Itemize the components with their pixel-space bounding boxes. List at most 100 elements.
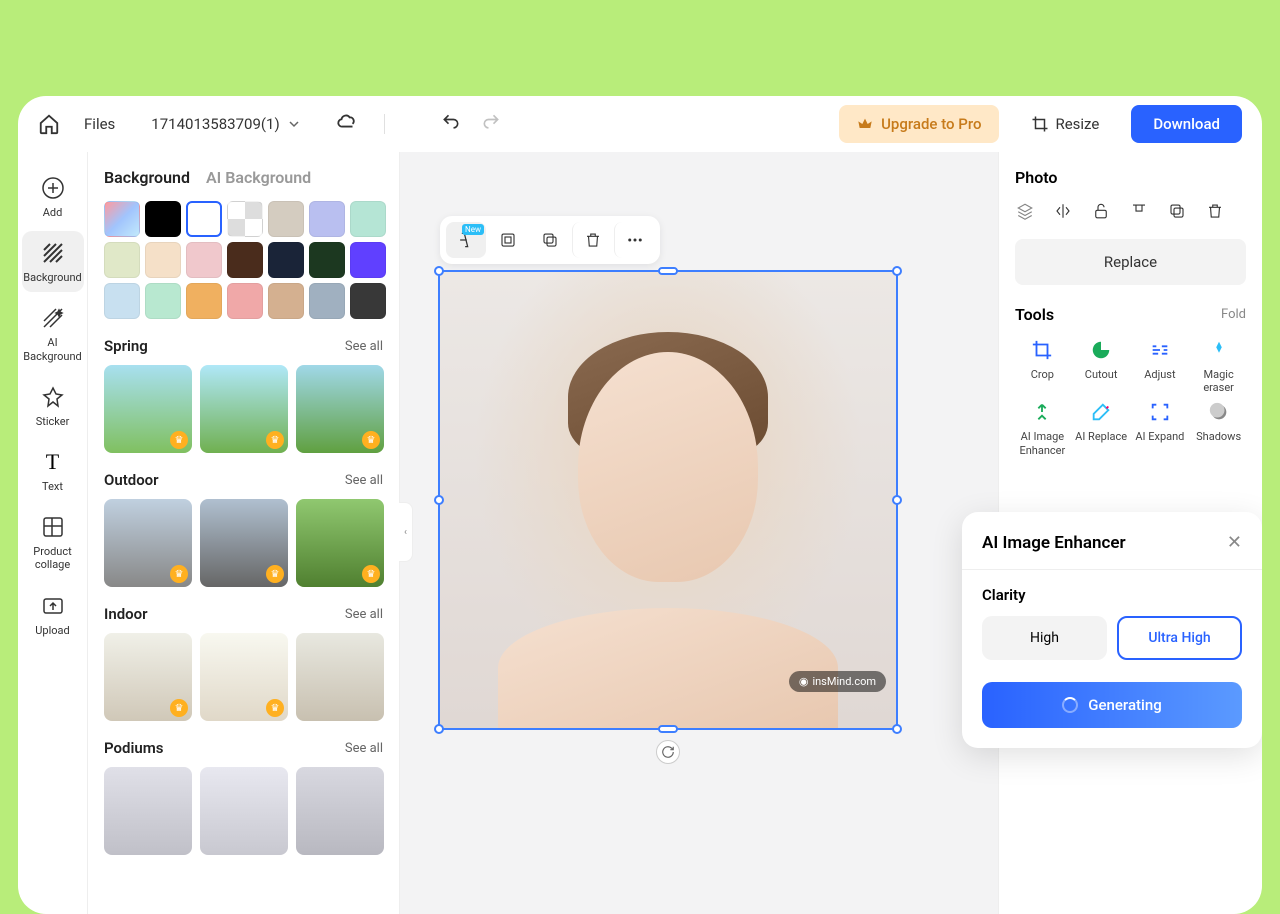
- background-thumbnail[interactable]: [296, 767, 384, 855]
- color-swatch[interactable]: [227, 201, 263, 237]
- undo-icon[interactable]: [441, 112, 461, 136]
- resize-button[interactable]: Resize: [1031, 115, 1099, 133]
- files-link[interactable]: Files: [84, 115, 115, 133]
- background-thumbnail[interactable]: ♛: [296, 499, 384, 587]
- color-swatch[interactable]: [145, 201, 181, 237]
- filename-dropdown[interactable]: 1714013583709(1): [151, 115, 299, 133]
- color-swatch[interactable]: [145, 242, 181, 278]
- tool-cutout[interactable]: Cutout: [1074, 338, 1129, 394]
- resize-handle[interactable]: [892, 266, 902, 276]
- color-swatch[interactable]: [268, 283, 304, 319]
- rail-item-sticker[interactable]: Sticker: [22, 375, 84, 436]
- color-swatch[interactable]: [227, 283, 263, 319]
- clarity-ultra-high-button[interactable]: Ultra High: [1117, 616, 1242, 660]
- redo-icon[interactable]: [481, 112, 501, 136]
- resize-handle[interactable]: [658, 267, 678, 275]
- resize-handle[interactable]: [892, 724, 902, 734]
- color-swatch[interactable]: [104, 242, 140, 278]
- more-button[interactable]: [614, 222, 654, 258]
- rotate-button[interactable]: [656, 740, 680, 764]
- background-thumbnail[interactable]: ♛: [104, 365, 192, 453]
- tool-adjust[interactable]: Adjust: [1133, 338, 1188, 394]
- color-swatch[interactable]: [268, 201, 304, 237]
- see-all-link[interactable]: See all: [345, 473, 383, 488]
- color-swatch[interactable]: [309, 283, 345, 319]
- tool-shadows[interactable]: Shadows: [1191, 400, 1246, 456]
- color-swatch[interactable]: [268, 242, 304, 278]
- tab-ai-background[interactable]: AI Background: [206, 168, 311, 187]
- rail-item-background[interactable]: Background: [22, 231, 84, 292]
- rail-item-text[interactable]: TText: [22, 440, 84, 501]
- background-thumbnail[interactable]: ♛: [296, 365, 384, 453]
- background-thumbnail[interactable]: [296, 633, 384, 721]
- color-swatch[interactable]: [350, 242, 386, 278]
- color-swatch[interactable]: [309, 242, 345, 278]
- tool-crop[interactable]: Crop: [1015, 338, 1070, 394]
- tools-title: Tools: [1015, 305, 1054, 324]
- see-all-link[interactable]: See all: [345, 607, 383, 622]
- resize-handle[interactable]: [434, 495, 444, 505]
- color-swatch[interactable]: [309, 201, 345, 237]
- resize-handle[interactable]: [434, 266, 444, 276]
- background-thumbnail[interactable]: [200, 767, 288, 855]
- color-swatch[interactable]: [186, 283, 222, 319]
- right-panel: Photo Replace Tools Fold CropCutoutAdjus…: [998, 152, 1262, 914]
- copy-icon[interactable]: [1167, 201, 1187, 221]
- rail-item-upload[interactable]: Upload: [22, 584, 84, 645]
- tool-ai-image-enhancer[interactable]: AI Image Enhancer: [1015, 400, 1070, 456]
- category-title: Spring: [104, 337, 148, 355]
- resize-handle[interactable]: [434, 724, 444, 734]
- close-icon[interactable]: ✕: [1227, 532, 1242, 553]
- tool-label: Cutout: [1085, 368, 1118, 381]
- home-icon[interactable]: [38, 113, 60, 135]
- background-thumbnail[interactable]: ♛: [200, 365, 288, 453]
- upgrade-to-pro-button[interactable]: Upgrade to Pro: [839, 105, 999, 143]
- align-icon[interactable]: [1129, 201, 1149, 221]
- trash-icon[interactable]: [1205, 201, 1225, 221]
- layers-icon[interactable]: [1015, 201, 1035, 221]
- tool-label: Magic eraser: [1191, 368, 1246, 394]
- fold-link[interactable]: Fold: [1221, 307, 1246, 322]
- resize-handle[interactable]: [658, 725, 678, 733]
- cloud-sync-icon[interactable]: [336, 111, 358, 137]
- tab-background[interactable]: Background: [104, 168, 190, 187]
- color-swatch[interactable]: [186, 201, 222, 237]
- see-all-link[interactable]: See all: [345, 741, 383, 756]
- tool-ai-expand[interactable]: AI Expand: [1133, 400, 1188, 456]
- chevron-down-icon: [288, 118, 300, 130]
- duplicate-button[interactable]: [530, 222, 570, 258]
- selection-box[interactable]: ◉ insMind.com: [438, 270, 898, 730]
- rail-label: Background: [23, 271, 81, 284]
- ai-tool-button[interactable]: New: [446, 222, 486, 258]
- delete-button[interactable]: [572, 222, 612, 258]
- background-thumbnail[interactable]: ♛: [200, 499, 288, 587]
- rail-label: AI Background: [23, 336, 81, 362]
- download-button[interactable]: Download: [1131, 105, 1242, 143]
- color-swatch[interactable]: [350, 283, 386, 319]
- collapse-panel-button[interactable]: ‹: [399, 502, 413, 562]
- background-thumbnail[interactable]: [104, 767, 192, 855]
- see-all-link[interactable]: See all: [345, 339, 383, 354]
- color-swatch[interactable]: [104, 201, 140, 237]
- replace-button[interactable]: Replace: [1015, 239, 1246, 285]
- clarity-high-button[interactable]: High: [982, 616, 1107, 660]
- background-thumbnail[interactable]: ♛: [200, 633, 288, 721]
- background-thumbnail[interactable]: ♛: [104, 633, 192, 721]
- color-swatch[interactable]: [186, 242, 222, 278]
- frame-button[interactable]: [488, 222, 528, 258]
- color-swatch[interactable]: [350, 201, 386, 237]
- rail-item-add[interactable]: Add: [22, 166, 84, 227]
- canvas-area[interactable]: ‹ New ◉ insMind.com: [400, 152, 998, 914]
- color-swatch[interactable]: [145, 283, 181, 319]
- rail-item-ai-background[interactable]: AI Background: [22, 296, 84, 370]
- color-swatch[interactable]: [227, 242, 263, 278]
- tool-ai-replace[interactable]: AI Replace: [1074, 400, 1129, 456]
- resize-handle[interactable]: [892, 495, 902, 505]
- generating-button[interactable]: Generating: [982, 682, 1242, 728]
- color-swatch[interactable]: [104, 283, 140, 319]
- flip-icon[interactable]: [1053, 201, 1073, 221]
- tool-magic-eraser[interactable]: Magic eraser: [1191, 338, 1246, 394]
- rail-item-product-collage[interactable]: Product collage: [22, 505, 84, 579]
- lock-icon[interactable]: [1091, 201, 1111, 221]
- background-thumbnail[interactable]: ♛: [104, 499, 192, 587]
